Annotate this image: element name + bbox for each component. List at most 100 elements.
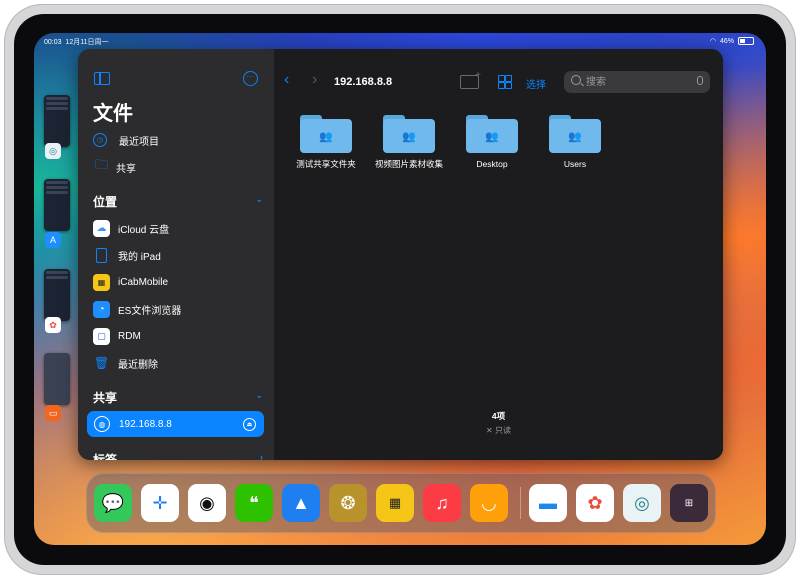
search-icon xyxy=(571,75,581,85)
ipad-screen: 00:03 12月11日周一 ◠ 46% ◎ A ✿ ▭ ••• ··· 文件 … xyxy=(34,33,766,545)
location-title: 192.168.8.8 xyxy=(334,76,393,88)
battery-percent: 46% xyxy=(719,37,734,45)
shared-folder-icon: 👥 xyxy=(300,115,352,153)
photos-icon[interactable]: ✿ xyxy=(576,484,614,522)
select-button[interactable]: 选择 xyxy=(526,76,546,91)
sidebar-item-server[interactable]: ◍ 192.168.8.8 ⏏ xyxy=(87,411,264,437)
cloud-icon: ☁ xyxy=(93,219,110,237)
stage-thumbnail[interactable] xyxy=(44,269,70,321)
photos-icon[interactable]: ✿ xyxy=(45,317,61,333)
music-icon[interactable]: ♫ xyxy=(423,484,461,522)
files-icon[interactable]: ▬ xyxy=(529,484,567,522)
shared-heading[interactable]: 共享 ⌄ xyxy=(93,389,263,406)
sidebar-item-label: 共享 xyxy=(116,163,136,175)
stage-thumbnail[interactable] xyxy=(44,95,70,147)
app-store-icon[interactable]: A xyxy=(45,232,61,248)
globe-icon: ◍ xyxy=(94,416,110,432)
taxi-icon: ▦ xyxy=(93,273,110,291)
sidebar-toggle-icon[interactable] xyxy=(94,72,110,85)
smile-icon[interactable]: ◡ xyxy=(470,484,508,522)
sidebar-item-icabmobile[interactable]: ▦ iCabMobile xyxy=(93,271,263,293)
item-count: 4项 xyxy=(491,411,506,421)
ipad-icon xyxy=(96,247,107,263)
sidebar-item-label: 最近项目 xyxy=(119,136,159,148)
sidebar-item-icloud[interactable]: ☁ iCloud 云盘 xyxy=(93,217,263,239)
files-window: ••• ··· 文件 ◷ 最近项目 🗀 共享 位置 ⌄ ☁ iCloud 云盘 xyxy=(78,49,723,460)
toolbar: ‹ › 192.168.8.8 选择 xyxy=(284,70,713,93)
folder-name: Users xyxy=(563,159,587,169)
sidebar-item-recents[interactable]: ◷ 最近项目 xyxy=(93,129,263,151)
search-field[interactable] xyxy=(564,71,710,93)
screen-app-icon[interactable]: ◎ xyxy=(45,143,61,159)
folder-name: 视频图片素材收集 xyxy=(374,159,443,169)
stage-thumbnail[interactable] xyxy=(44,179,70,231)
sidebar-title: 文件 xyxy=(93,103,133,125)
sidebar-item-label: RDM xyxy=(118,330,141,342)
dock: 💬 ✛ ◉ ❝ ▲ ❂ ▦ ♫ ◡ ▬ ✿ ◎ ⊞ xyxy=(86,473,716,533)
sidebar-item-shared[interactable]: 🗀 共享 xyxy=(93,156,263,178)
sidebar-item-label: ES文件浏览器 xyxy=(118,305,182,317)
es-explorer-icon: ◔ xyxy=(93,300,110,318)
stage-thumbnail[interactable] xyxy=(44,353,70,405)
app-library-icon[interactable]: ⊞ xyxy=(670,484,708,522)
status-right: ◠ 46% xyxy=(710,37,754,45)
eject-icon[interactable]: ⏏ xyxy=(243,417,256,431)
folder-item[interactable]: 👥 视频图片素材收集 xyxy=(371,115,447,170)
sidebar-item-rdm[interactable]: ▢ RDM xyxy=(93,325,263,347)
tags-heading[interactable]: 标签 › xyxy=(93,451,263,460)
battery-icon xyxy=(738,37,754,45)
sidebar-item-label: iCloud 云盘 xyxy=(118,224,170,236)
sidebar: ··· 文件 ◷ 最近项目 🗀 共享 位置 ⌄ ☁ iCloud 云盘 我的 i… xyxy=(78,49,274,460)
safari-icon[interactable]: ✛ xyxy=(141,484,179,522)
sidebar-item-label: 192.168.8.8 xyxy=(119,418,172,430)
tags-heading-label: 标签 xyxy=(93,453,118,460)
search-input[interactable] xyxy=(584,74,688,91)
rdm-icon: ▢ xyxy=(93,327,110,345)
folder-item[interactable]: 👥 Desktop xyxy=(454,115,530,170)
shared-heading-label: 共享 xyxy=(93,391,118,405)
no-edit-icon: ✕ xyxy=(486,426,493,435)
wifi-icon: ◠ xyxy=(709,38,716,45)
sidebar-item-es[interactable]: ◔ ES文件浏览器 xyxy=(93,298,263,320)
new-folder-icon[interactable] xyxy=(460,70,481,89)
more-icon[interactable]: ··· xyxy=(243,71,258,86)
trash-icon: 🗑 xyxy=(93,356,110,370)
locations-heading[interactable]: 位置 ⌄ xyxy=(93,193,263,210)
status-bar: 00:03 12月11日周一 ◠ 46% xyxy=(34,33,766,49)
sidebar-item-label: iCabMobile xyxy=(118,276,169,288)
sidebar-item-deleted[interactable]: 🗑 最近删除 xyxy=(93,352,263,374)
shared-folder-icon: 👥 xyxy=(549,115,601,153)
dock-divider xyxy=(520,487,521,519)
clock-icon: ◷ xyxy=(93,133,107,147)
sidebar-toolbar: ··· xyxy=(94,71,258,88)
sidebar-item-label: 最近删除 xyxy=(118,359,158,371)
forward-button[interactable]: › xyxy=(312,71,317,89)
grid-view-icon[interactable] xyxy=(498,75,512,89)
folder-name: Desktop xyxy=(476,159,508,169)
folder-item[interactable]: 👥 测试共享文件夹 xyxy=(288,115,364,170)
file-browser: ‹ › 192.168.8.8 选择 👥 测试共享文件夹 👥 xyxy=(274,49,723,460)
readonly-status: ✕ 只读 xyxy=(486,426,511,435)
microphone-icon[interactable] xyxy=(697,76,703,85)
chevron-down-icon: ⌄ xyxy=(255,194,263,204)
messages-icon[interactable]: 💬 xyxy=(94,484,132,522)
back-button[interactable]: ‹ xyxy=(284,71,289,89)
screen-app-icon[interactable]: ◎ xyxy=(623,484,661,522)
shared-folder-icon: 👥 xyxy=(466,115,518,153)
shared-folder-icon: 👥 xyxy=(383,115,435,153)
chevron-right-icon: › xyxy=(260,452,263,460)
sidebar-item-ipad[interactable]: 我的 iPad xyxy=(93,244,263,266)
keynote-icon[interactable]: ▲ xyxy=(282,484,320,522)
folder-item[interactable]: 👥 Users xyxy=(537,115,613,170)
chevron-down-icon: ⌄ xyxy=(255,390,263,400)
wechat-icon[interactable]: ❝ xyxy=(235,484,273,522)
sidebar-item-label: 我的 iPad xyxy=(118,251,161,263)
locations-heading-label: 位置 xyxy=(93,195,118,209)
tv-app-icon[interactable]: ▭ xyxy=(45,405,61,421)
qq-icon[interactable]: ◉ xyxy=(188,484,226,522)
status-time: 00:03 12月11日周一 xyxy=(44,39,109,46)
aperture-icon[interactable]: ❂ xyxy=(329,484,367,522)
shared-folder-icon: 🗀 xyxy=(94,157,108,172)
folder-name: 测试共享文件夹 xyxy=(296,159,356,169)
taxi-icon[interactable]: ▦ xyxy=(376,484,414,522)
